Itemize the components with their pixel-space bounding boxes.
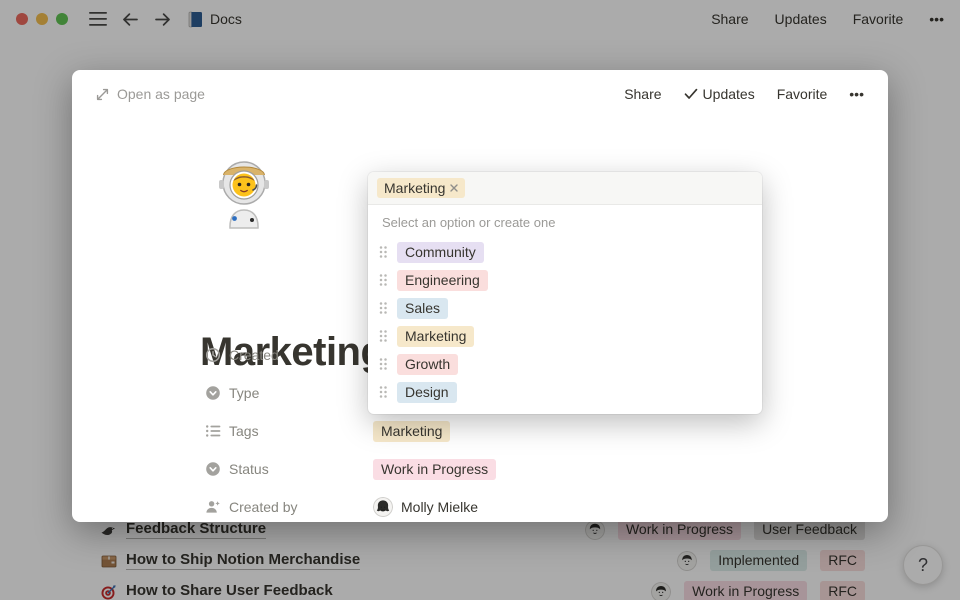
property-value: Marketing — [373, 421, 450, 442]
share-button[interactable]: Share — [624, 86, 661, 102]
property-row-tags[interactable]: Tags Marketing — [205, 412, 855, 450]
drag-handle-icon[interactable] — [378, 357, 388, 371]
woman-astronaut-icon[interactable] — [212, 158, 276, 230]
selected-tag-chip: Marketing — [377, 178, 465, 198]
property-key: Tags — [205, 423, 373, 439]
dropdown-hint: Select an option or create one — [368, 205, 762, 234]
property-value: Molly Mielke — [373, 497, 478, 517]
multiselect-icon — [205, 423, 221, 439]
property-label: Tags — [229, 423, 259, 439]
drag-handle-icon[interactable] — [378, 245, 388, 259]
clock-icon — [205, 347, 221, 363]
property-label: Type — [229, 385, 259, 401]
property-key: Created — [205, 347, 373, 363]
person-icon — [205, 499, 221, 515]
option-growth[interactable]: Growth — [368, 350, 762, 378]
drag-handle-icon[interactable] — [378, 273, 388, 287]
tag-select-dropdown: Marketing Select an option or create one… — [368, 172, 762, 414]
drag-handle-icon[interactable] — [378, 329, 388, 343]
property-label: Created — [229, 347, 279, 363]
option-community[interactable]: Community — [368, 238, 762, 266]
favorite-button[interactable]: Favorite — [777, 86, 828, 102]
open-as-page-label: Open as page — [117, 86, 205, 102]
select-icon — [205, 385, 221, 401]
remove-tag-icon[interactable] — [450, 184, 458, 192]
option-design[interactable]: Design — [368, 378, 762, 406]
select-icon — [205, 461, 221, 477]
more-button[interactable]: ••• — [849, 86, 864, 102]
expand-icon — [96, 88, 109, 101]
property-row-status[interactable]: Status Work in Progress — [205, 450, 855, 488]
tag-badge[interactable]: Marketing — [373, 421, 450, 442]
selected-tag-label: Marketing — [384, 180, 445, 196]
check-icon — [684, 88, 698, 100]
tag-badge[interactable]: Growth — [397, 354, 458, 375]
open-as-page-button[interactable]: Open as page — [96, 86, 205, 102]
updates-button[interactable]: Updates — [684, 86, 755, 102]
property-value: Work in Progress — [373, 459, 496, 480]
property-key: Created by — [205, 499, 373, 515]
status-badge[interactable]: Work in Progress — [373, 459, 496, 480]
tag-badge[interactable]: Design — [397, 382, 457, 403]
updates-label: Updates — [703, 86, 755, 102]
property-key: Status — [205, 461, 373, 477]
property-label: Created by — [229, 499, 297, 515]
tag-badge[interactable]: Engineering — [397, 270, 488, 291]
drag-handle-icon[interactable] — [378, 385, 388, 399]
option-sales[interactable]: Sales — [368, 294, 762, 322]
tag-badge[interactable]: Marketing — [397, 326, 474, 347]
option-marketing[interactable]: Marketing — [368, 322, 762, 350]
dropdown-options: Community Engineering Sales Marketing Gr… — [368, 234, 762, 414]
tag-badge[interactable]: Sales — [397, 298, 448, 319]
property-row-created-by[interactable]: Created by Molly Mielke — [205, 488, 855, 526]
drag-handle-icon[interactable] — [378, 301, 388, 315]
modal-actions: Share Updates Favorite ••• — [624, 86, 864, 102]
modal-header: Open as page Share Updates Favorite ••• — [72, 70, 888, 102]
property-key: Type — [205, 385, 373, 401]
property-label: Status — [229, 461, 269, 477]
tag-badge[interactable]: Community — [397, 242, 484, 263]
option-engineering[interactable]: Engineering — [368, 266, 762, 294]
created-by-name[interactable]: Molly Mielke — [401, 499, 478, 515]
avatar — [373, 497, 393, 517]
selected-tags-input[interactable]: Marketing — [368, 172, 762, 205]
